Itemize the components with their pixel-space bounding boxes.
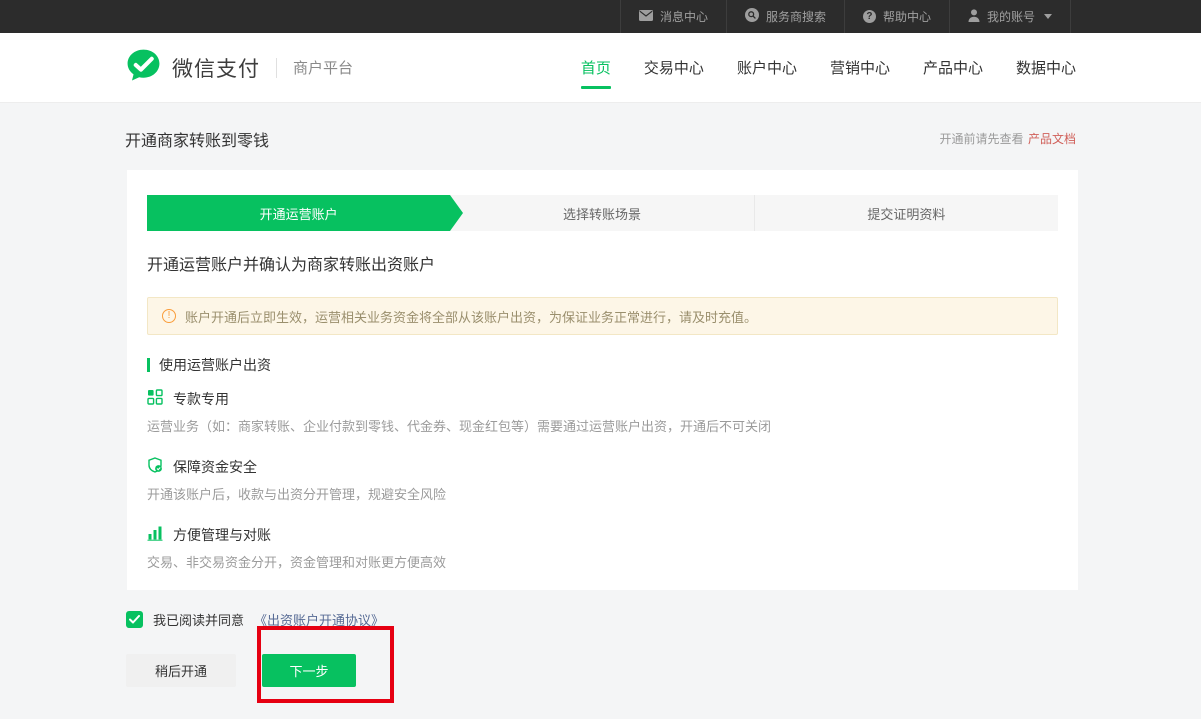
section-title: 使用运营账户出资 (147, 357, 1058, 373)
open-later-button[interactable]: 稍后开通 (126, 654, 236, 687)
topbar-item-messages[interactable]: 消息中心 (620, 0, 726, 33)
topbar-item-my-account[interactable]: 我的账号 (949, 0, 1071, 33)
step-indicator: 开通运营账户 选择转账场景 提交证明资料 (147, 195, 1058, 231)
nav-item-products[interactable]: 产品中心 (923, 47, 983, 89)
user-icon (968, 9, 980, 25)
brand-logo[interactable]: 微信支付 商户平台 (125, 47, 353, 89)
next-step-button[interactable]: 下一步 (262, 654, 356, 687)
feature-desc: 开通该账户后，收款与出资分开管理，规避安全风险 (147, 486, 1058, 503)
onboarding-card: 开通运营账户 选择转账场景 提交证明资料 开通运营账户并确认为商家转账出资账户 … (127, 170, 1078, 590)
brand-subtitle: 商户平台 (293, 57, 353, 78)
notice-banner: ! 账户开通后立即生效，运营相关业务资金将全部从该账户出资，为保证业务正常进行，… (147, 297, 1058, 335)
nav-item-account[interactable]: 账户中心 (737, 47, 797, 89)
agreement-row: 我已阅读并同意 《出资账户开通协议》 (126, 610, 384, 629)
page-title: 开通商家转账到零钱 (125, 127, 269, 151)
header: 微信支付 商户平台 首页 交易中心 账户中心 营销中心 产品中心 数据中心 (0, 33, 1201, 103)
nav-item-home[interactable]: 首页 (581, 47, 611, 89)
nav-item-transactions[interactable]: 交易中心 (644, 47, 704, 89)
feature-desc: 运营业务（如：商家转账、企业付款到零钱、代金券、现金红包等）需要通过运营账户出资… (147, 418, 1058, 435)
feature-easy-reconciliation: 方便管理与对账 交易、非交易资金分开，资金管理和对账更方便高效 (147, 527, 1058, 571)
mail-icon (639, 10, 653, 24)
feature-title: 方便管理与对账 (173, 525, 271, 545)
shield-icon (147, 457, 163, 478)
topbar-item-label: 帮助中心 (883, 8, 931, 25)
notice-text: 账户开通后立即生效，运营相关业务资金将全部从该账户出资，为保证业务正常进行，请及… (185, 307, 757, 326)
agreement-checkbox[interactable] (126, 611, 143, 628)
feature-title: 保障资金安全 (173, 457, 257, 477)
topbar-item-label: 消息中心 (660, 8, 708, 25)
topbar-item-label: 服务商搜索 (766, 8, 826, 25)
doc-hint-text: 开通前请先查看 (940, 132, 1024, 146)
grid-icon (147, 389, 163, 410)
doc-hint-row: 开通前请先查看 产品文档 (940, 130, 1076, 148)
step-1-open-operating-account: 开通运营账户 (147, 195, 450, 231)
step-3-submit-proof: 提交证明资料 (754, 195, 1058, 231)
feature-dedicated-funds: 专款专用 运营业务（如：商家转账、企业付款到零钱、代金券、现金红包等）需要通过运… (147, 391, 1058, 435)
page-head: 开通商家转账到零钱 开通前请先查看 产品文档 (125, 127, 1076, 151)
agreement-prefix: 我已阅读并同意 (153, 610, 244, 629)
chevron-down-icon (1044, 14, 1052, 19)
feature-list: 专款专用 运营业务（如：商家转账、企业付款到零钱、代金券、现金红包等）需要通过运… (147, 391, 1058, 571)
product-doc-link[interactable]: 产品文档 (1028, 132, 1076, 146)
section-title-text: 使用运营账户出资 (159, 355, 271, 375)
warning-icon: ! (162, 309, 176, 323)
feature-title: 专款专用 (173, 389, 229, 409)
step-2-choose-transfer-scene: 选择转账场景 (450, 195, 753, 231)
brand-name: 微信支付 (172, 53, 260, 83)
wechat-pay-logo-icon (125, 47, 162, 89)
nav-item-marketing[interactable]: 营销中心 (830, 47, 890, 89)
section-accent-bar (147, 358, 150, 372)
action-buttons: 稍后开通 下一步 (126, 654, 356, 687)
feature-desc: 交易、非交易资金分开，资金管理和对账更方便高效 (147, 554, 1058, 571)
brand-divider (276, 58, 277, 78)
feature-fund-security: 保障资金安全 开通该账户后，收款与出资分开管理，规避安全风险 (147, 459, 1058, 503)
bar-chart-icon (147, 525, 163, 546)
topbar-item-provider-search[interactable]: 服务商搜索 (726, 0, 844, 33)
topbar-item-help[interactable]: ? 帮助中心 (844, 0, 949, 33)
search-icon (745, 8, 759, 25)
nav-item-data[interactable]: 数据中心 (1016, 47, 1076, 89)
topbar-item-label: 我的账号 (987, 8, 1035, 25)
help-icon: ? (863, 10, 876, 23)
agreement-link[interactable]: 《出资账户开通协议》 (254, 610, 384, 629)
main-nav: 首页 交易中心 账户中心 营销中心 产品中心 数据中心 (581, 47, 1076, 89)
content-heading: 开通运营账户并确认为商家转账出资账户 (147, 255, 1058, 277)
topbar: 消息中心 服务商搜索 ? 帮助中心 我的账号 (0, 0, 1201, 33)
